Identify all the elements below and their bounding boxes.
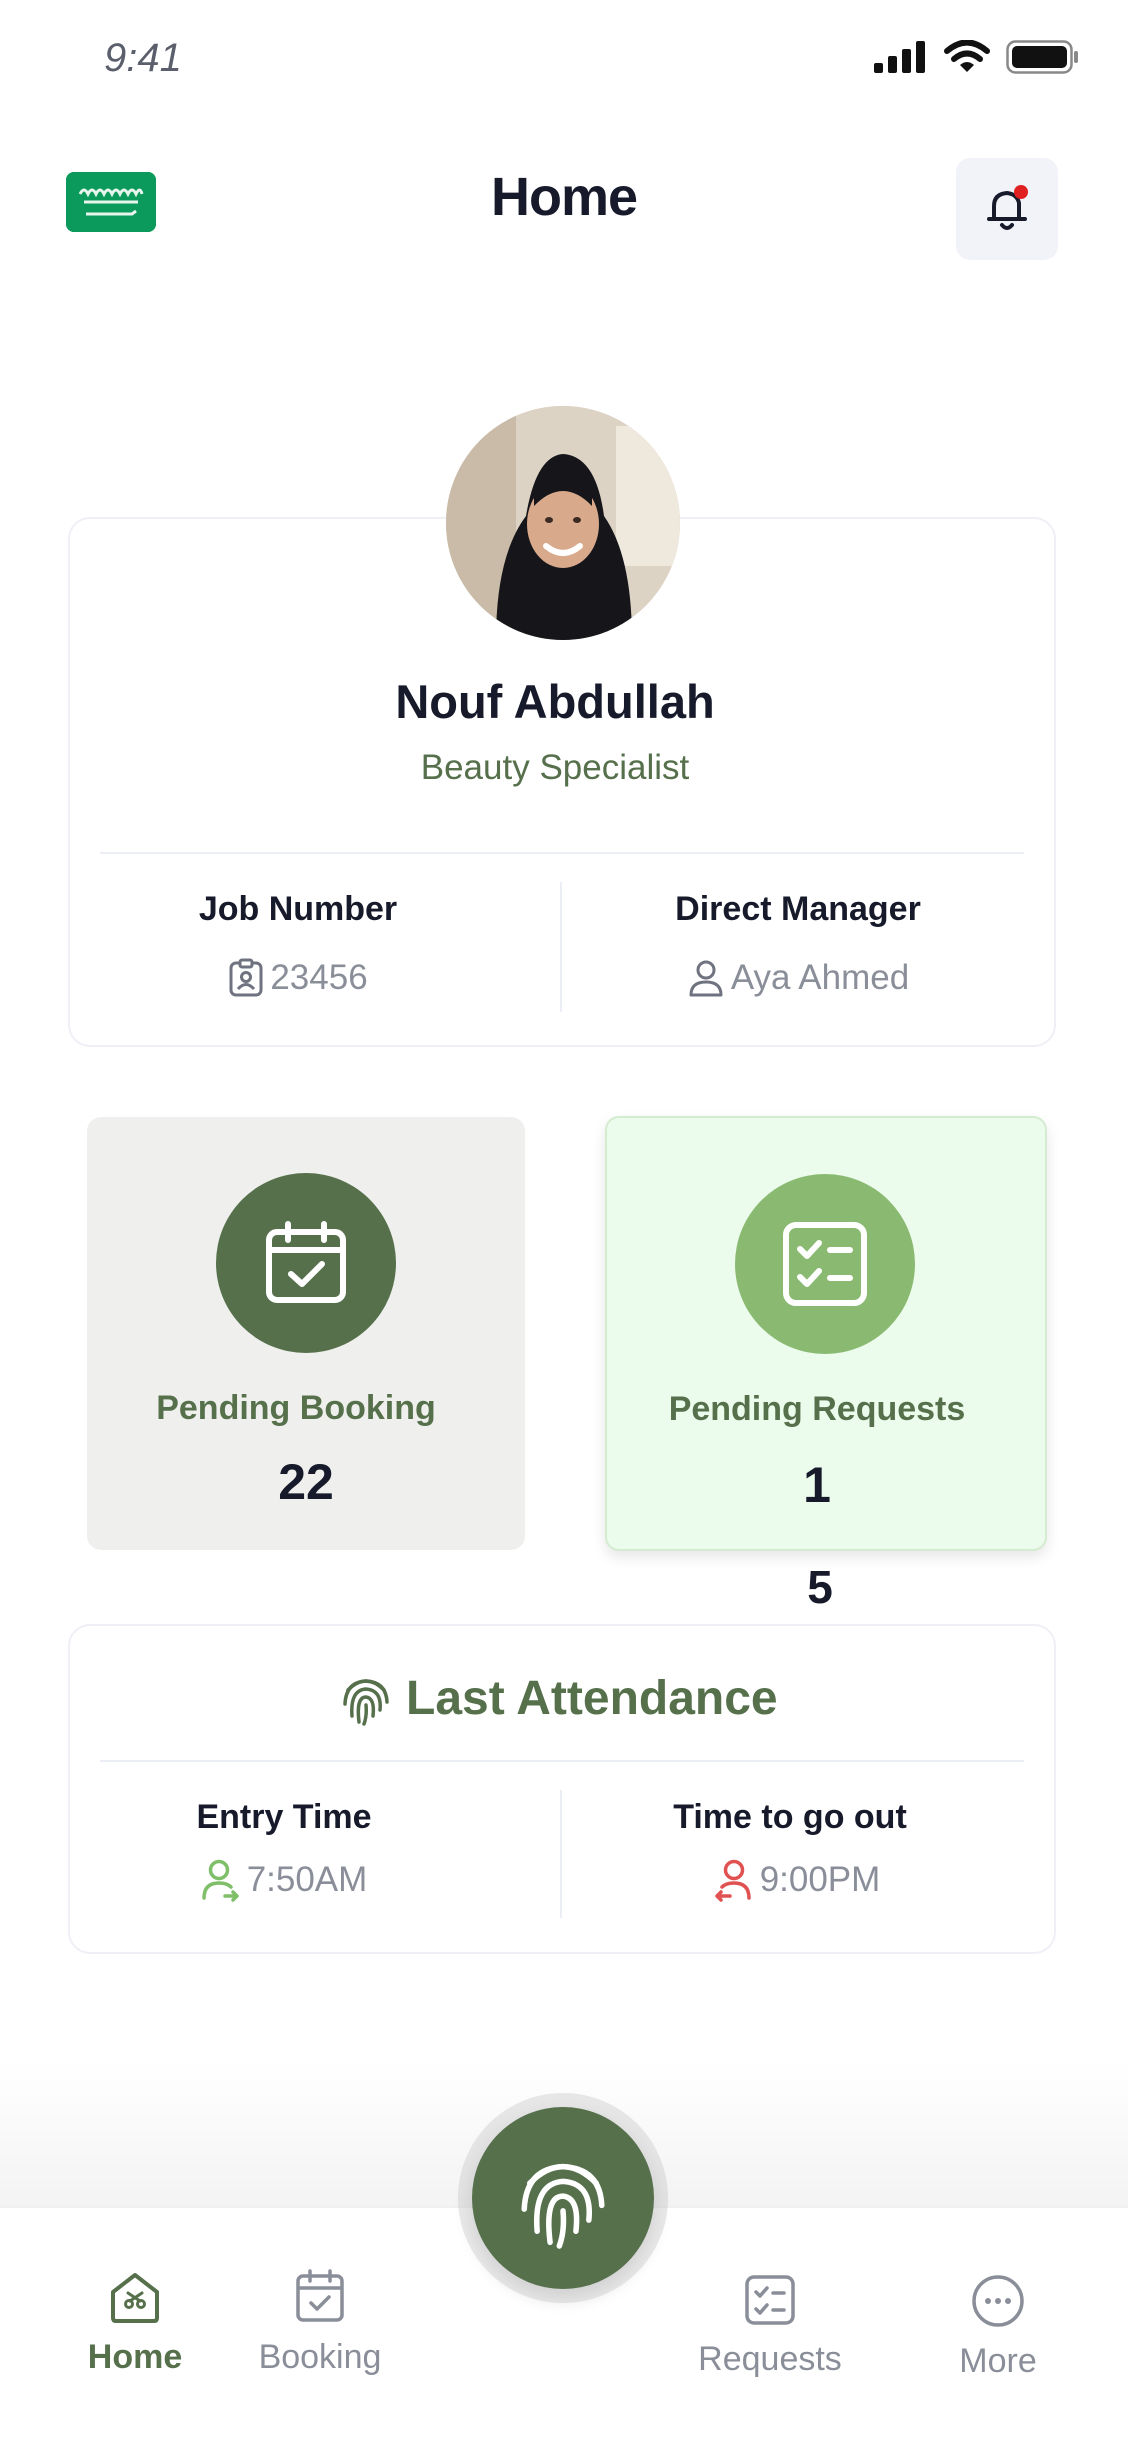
- nav-home-label: Home: [87, 2338, 183, 2376]
- exit-time-text: 9:00PM: [759, 1860, 881, 1899]
- home-icon: [111, 2273, 159, 2323]
- pending-booking-count: 22: [278, 1454, 334, 1510]
- manager-text: Aya Ahmed: [730, 958, 910, 997]
- fingerprint-icon: [343, 1679, 389, 1726]
- last-attendance-heading: Last Attendance: [340, 1670, 778, 1726]
- status-time: 9:41: [104, 36, 182, 80]
- last-attendance-title: Last Attendance: [406, 1671, 778, 1725]
- manager-label: Direct Manager: [675, 890, 921, 928]
- avatar: [446, 406, 680, 640]
- exit-time-label: Time to go out: [673, 1798, 907, 1836]
- exit-time-value: 9:00PM: [596, 1858, 996, 1902]
- checklist-icon: [745, 2275, 795, 2325]
- manager-value: Aya Ahmed: [598, 958, 998, 998]
- nav-more-label: More: [959, 2342, 1037, 2380]
- pending-requests-count: 1: [803, 1457, 831, 1513]
- more-icon: [972, 2275, 1024, 2327]
- user-entry-icon: [201, 1859, 239, 1902]
- nav-booking[interactable]: Booking: [240, 2268, 400, 2377]
- battery-icon: [1006, 40, 1078, 74]
- pending-booking-label: Pending Booking: [156, 1389, 436, 1427]
- nav-home[interactable]: Home: [55, 2270, 215, 2377]
- entry-time-value: 7:50AM: [84, 1858, 484, 1902]
- nav-requests-label: Requests: [698, 2340, 842, 2378]
- fingerprint-icon: [521, 2163, 605, 2249]
- pending-booking-icon-circle: [216, 1173, 396, 1353]
- id-badge-icon: [229, 958, 263, 997]
- job-number-value: 23456: [98, 958, 498, 998]
- pending-requests-card[interactable]: Pending Requests 1: [605, 1116, 1047, 1551]
- profile-divider: [100, 852, 1024, 854]
- user-exit-icon: [714, 1859, 751, 1902]
- job-number-label: Job Number: [198, 890, 398, 928]
- calendar-check-icon: [266, 1221, 346, 1303]
- nav-requests[interactable]: Requests: [690, 2274, 850, 2379]
- pending-requests-icon-circle: [735, 1174, 915, 1354]
- nav-booking-label: Booking: [258, 2338, 382, 2376]
- pending-booking-card[interactable]: Pending Booking 22: [87, 1117, 525, 1550]
- signal-icon: [874, 41, 925, 73]
- calendar-icon: [296, 2269, 344, 2322]
- profile-photo-icon: [446, 406, 680, 640]
- bell-icon: [987, 185, 1028, 230]
- profile-name: Nouf Abdullah: [395, 675, 715, 728]
- wifi-icon: [944, 40, 990, 72]
- notification-dot: [1014, 185, 1028, 199]
- profile-column-divider: [560, 882, 562, 1012]
- user-icon: [689, 960, 723, 997]
- attendance-column-divider: [560, 1790, 562, 1918]
- status-icons: [874, 40, 1080, 74]
- entry-time-text: 7:50AM: [246, 1860, 368, 1899]
- pending-requests-label: Pending Requests: [668, 1390, 966, 1428]
- notifications-button[interactable]: [956, 158, 1058, 260]
- fingerprint-attendance-button[interactable]: [472, 2107, 654, 2289]
- nav-more[interactable]: More: [918, 2274, 1078, 2381]
- pending-requests-count-overflow: 5: [807, 1561, 833, 1613]
- entry-time-label: Entry Time: [196, 1798, 372, 1836]
- job-number-text: 23456: [270, 958, 368, 997]
- profile-role: Beauty Specialist: [420, 748, 690, 787]
- attendance-divider: [100, 1760, 1024, 1762]
- checklist-icon: [783, 1222, 867, 1306]
